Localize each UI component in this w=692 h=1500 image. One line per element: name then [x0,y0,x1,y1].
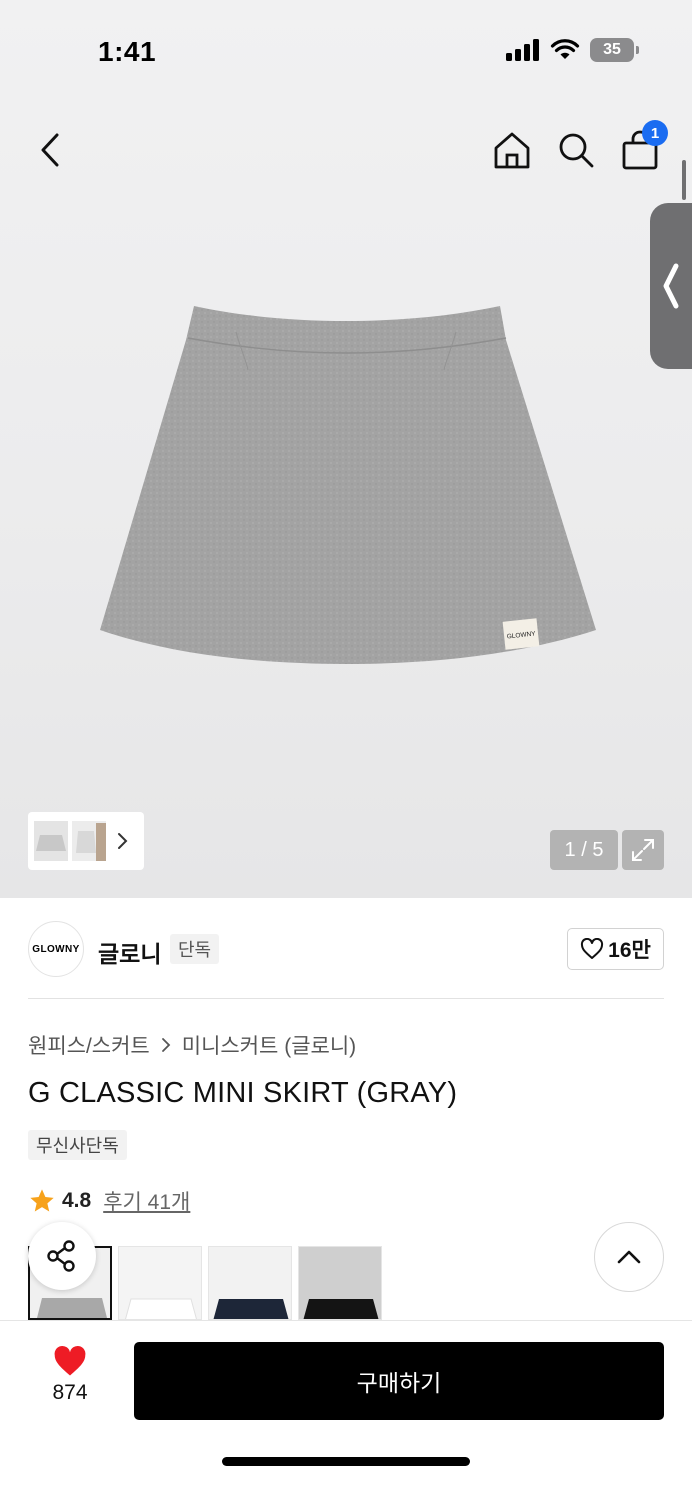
variant-image [119,1247,201,1319]
brand-label-patch: GLOWNY [502,618,540,650]
top-nav: 1 [0,120,692,176]
thumbnail-image [76,823,106,861]
share-button[interactable] [28,1222,96,1290]
chevron-right-icon [118,833,128,849]
scroll-top-button[interactable] [594,1222,664,1292]
brand-name[interactable]: 글로니 [98,935,161,969]
variant-white[interactable] [118,1246,202,1320]
back-button[interactable] [26,126,74,174]
status-icons: 35 [506,38,639,62]
heart-outline-icon [581,938,604,959]
status-time: 1:41 [98,36,157,67]
wifi-icon [550,39,580,59]
thumbnail-2[interactable] [72,821,106,861]
home-button[interactable] [488,126,536,174]
home-indicator [222,1457,470,1466]
image-counter: 1 / 5 [550,830,618,870]
cart-button[interactable]: 1 [616,120,668,174]
brand-like-count: 16만 [608,939,651,962]
buy-button[interactable]: 구매하기 [134,1342,664,1420]
product-image: GLOWNY [100,306,596,664]
bottom-action-bar: 874 구매하기 [0,1320,692,1500]
signal-icon [506,39,539,61]
variant-navy[interactable] [208,1246,292,1320]
chevron-up-icon [617,1250,641,1264]
cart-count-badge: 1 [642,120,668,146]
chevron-left-icon [663,263,679,309]
product-like-button[interactable]: 874 [30,1345,110,1415]
product-tag: 무신사단독 [28,1130,127,1160]
thumbnail-1[interactable] [34,821,68,861]
exclusive-badge: 단독 [170,934,220,964]
reviews-link[interactable]: 후기 41개 [103,1186,190,1216]
expand-icon [632,839,654,861]
brand-like-button[interactable]: 16만 [567,928,664,970]
scroll-indicator [682,160,686,200]
star-icon [30,1189,54,1212]
product-like-count: 874 [52,1381,88,1404]
status-bar: 1:41 35 [0,32,692,72]
brand-row: GLOWNY 글로니 단독 16만 [28,920,664,978]
product-title: G CLASSIC MINI SKIRT (GRAY) [28,1077,458,1109]
rating-score: 4.8 [62,1189,92,1212]
thumbnail-image [36,835,66,851]
back-chevron-icon [41,133,59,167]
brand-logo[interactable]: GLOWNY [28,921,84,977]
chevron-right-icon [161,1038,171,1052]
search-button[interactable] [552,126,600,174]
rating-row: 4.8 후기 41개 [28,1186,190,1216]
expand-button[interactable] [622,830,664,870]
variant-image [209,1247,291,1319]
variant-black[interactable] [298,1246,382,1320]
breadcrumb: 원피스/스커트 미니스커트 (글로니) [28,1030,356,1060]
product-gallery[interactable]: 1:41 35 1 GLOWNY 1 / 5 [0,0,692,898]
heart-filled-icon [54,1345,86,1376]
home-icon [494,132,530,169]
battery-icon: 35 [590,38,639,62]
side-panel-handle[interactable] [650,203,692,369]
share-icon [47,1240,75,1272]
breadcrumb-category[interactable]: 원피스/스커트 [28,1030,150,1060]
breadcrumb-subcategory[interactable]: 미니스커트 (글로니) [182,1030,356,1060]
search-icon [559,133,594,168]
variant-image [299,1247,381,1319]
divider [28,998,664,999]
thumbnail-strip[interactable] [28,812,144,870]
